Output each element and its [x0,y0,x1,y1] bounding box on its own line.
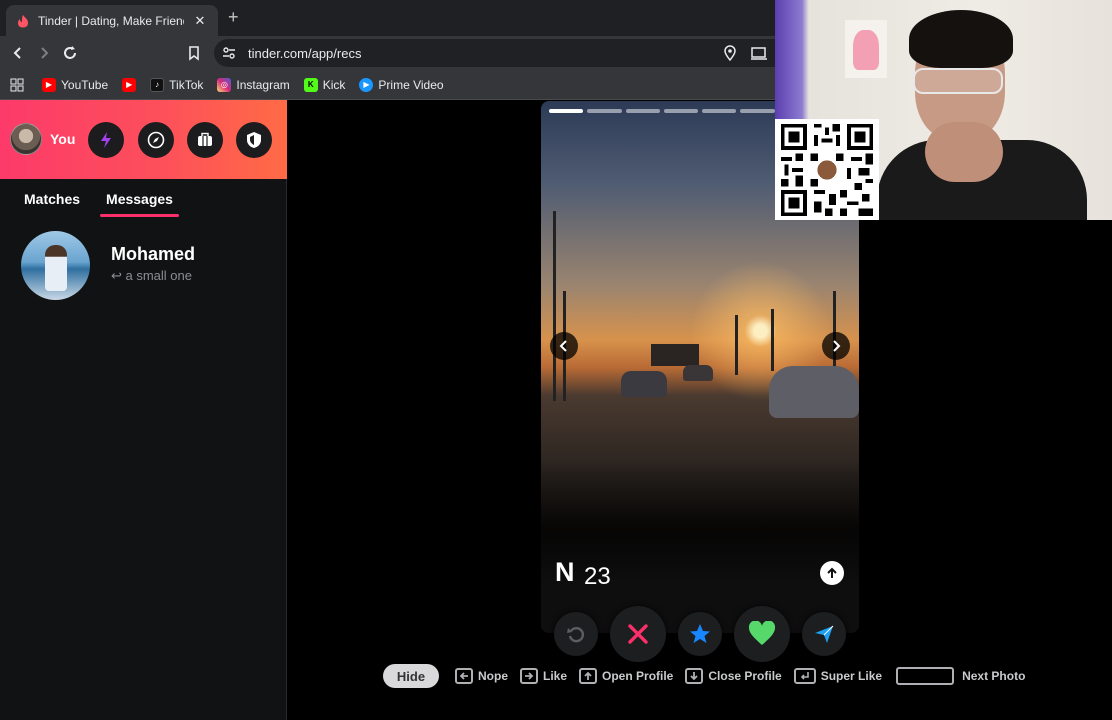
shortcut-next-photo: Next Photo [896,667,1025,685]
shortcut-nope: Nope [455,668,508,684]
browser-tab-bar: Tinder | Dating, Make Friends & Meet New… [0,0,775,36]
avatar [10,123,42,155]
keyboard-shortcuts-bar: Hide Nope Like Open Profile Close Profil… [383,663,1037,689]
shortcut-label: Close Profile [708,669,782,683]
youtube-icon: ▶ [42,77,56,92]
message-sender-name: Mohamed [111,244,196,264]
bookmark-youtube-2[interactable]: ▶ [122,77,137,92]
new-tab-icon[interactable]: + [228,7,239,28]
hide-shortcuts-button[interactable]: Hide [383,664,439,688]
bookmark-label: YouTube [61,77,109,92]
action-buttons [554,606,854,662]
bookmark-kick[interactable]: K Kick [303,77,346,92]
like-button[interactable] [734,606,790,662]
shortcut-like: Like [520,668,567,684]
arrow-right-key-icon [520,668,538,684]
arrow-down-key-icon [685,668,704,684]
sidebar: You Matches Messages Mohamed ↩ a small o… [0,100,287,720]
message-preview: ↩ a small one [111,268,192,283]
star-icon [690,624,710,643]
chevron-right-icon [833,340,841,352]
bookmark-prime-video[interactable]: ▶ Prime Video [359,77,444,92]
bookmark-icon[interactable] [184,43,204,63]
qr-code [775,119,879,220]
browser-toolbar: tinder.com/app/recs [0,36,775,70]
rewind-button[interactable] [554,612,598,656]
explore-button[interactable] [138,122,174,158]
sidebar-tabs: Matches Messages [24,191,179,217]
next-photo-button[interactable] [822,332,850,360]
bookmark-instagram[interactable]: ◎ Instagram [217,77,290,92]
nope-button[interactable] [610,606,666,662]
forward-icon[interactable] [34,43,54,63]
tinder-flame-icon [18,14,28,27]
tab-messages[interactable]: Messages [100,191,179,217]
boost-button[interactable] [88,122,124,158]
chevron-left-icon [559,340,567,352]
shortcut-label: Open Profile [602,669,674,683]
arrow-left-key-icon [455,668,473,684]
bookmark-label: Kick [322,77,346,92]
bookmark-label: Prime Video [378,77,444,92]
boost-button[interactable] [802,612,846,656]
bookmark-tiktok[interactable]: ♪ TikTok [150,77,204,92]
kick-icon: K [303,77,318,92]
browser-tab[interactable]: Tinder | Dating, Make Friends & Meet New… [6,5,218,36]
site-settings-icon[interactable] [222,46,236,60]
prime-video-icon: ▶ [359,77,374,92]
bookmark-label: TikTok [169,77,204,92]
reload-icon[interactable] [60,43,80,63]
open-profile-button[interactable] [820,561,844,585]
shortcut-close-profile: Close Profile [685,668,782,684]
webcam-overlay [775,0,1112,220]
bookmark-youtube[interactable]: ▶ YouTube [42,77,109,92]
tab-close-icon[interactable]: ✕ [192,13,208,29]
spacebar-key-icon [896,667,955,685]
shortcut-label: Next Photo [962,669,1026,683]
arrow-up-key-icon [579,668,598,684]
profile-label: You [50,131,76,147]
youtube-icon: ▶ [122,77,137,92]
profile-name: N [555,557,575,587]
profile-age: 23 [584,563,611,590]
back-icon[interactable] [8,43,28,63]
shield-icon [247,132,261,148]
rewind-icon [567,626,585,643]
bookmark-label: Instagram [236,77,290,92]
safety-button[interactable] [236,122,272,158]
apps-grid-icon[interactable] [10,78,24,92]
send-icon [815,625,834,643]
wall-poster [845,20,887,78]
work-mode-button[interactable] [187,122,223,158]
previous-photo-button[interactable] [550,332,578,360]
tab-title: Tinder | Dating, Make Friends & Meet New… [38,13,184,28]
enter-key-icon [793,668,816,684]
shortcut-label: Like [543,669,568,683]
message-list-item[interactable]: Mohamed ↩ a small one [0,225,286,315]
compass-icon [147,131,165,149]
briefcase-icon [198,132,212,146]
lightning-icon [101,132,111,148]
url-text: tinder.com/app/recs [248,45,362,61]
address-bar[interactable]: tinder.com/app/recs [214,39,775,67]
shortcut-super-like: Super Like [793,668,883,684]
bookmarks-bar: ▶ YouTube ▶ ♪ TikTok ◎ Instagram K Kick … [0,70,775,100]
close-icon [628,624,648,644]
super-like-button[interactable] [678,612,722,656]
instagram-icon: ◎ [217,77,232,92]
tab-matches[interactable]: Matches [24,191,80,212]
arrow-up-icon [827,567,837,578]
heart-icon [748,621,776,645]
shortcut-label: Super Like [820,669,883,683]
location-icon[interactable] [722,45,738,61]
avatar [21,231,90,300]
cast-icon[interactable] [750,45,768,61]
shortcut-open-profile: Open Profile [579,668,673,684]
profile-button[interactable]: You [10,123,75,155]
tiktok-icon: ♪ [150,77,165,92]
sidebar-header: You [0,100,287,179]
shortcut-label: Nope [478,669,508,683]
